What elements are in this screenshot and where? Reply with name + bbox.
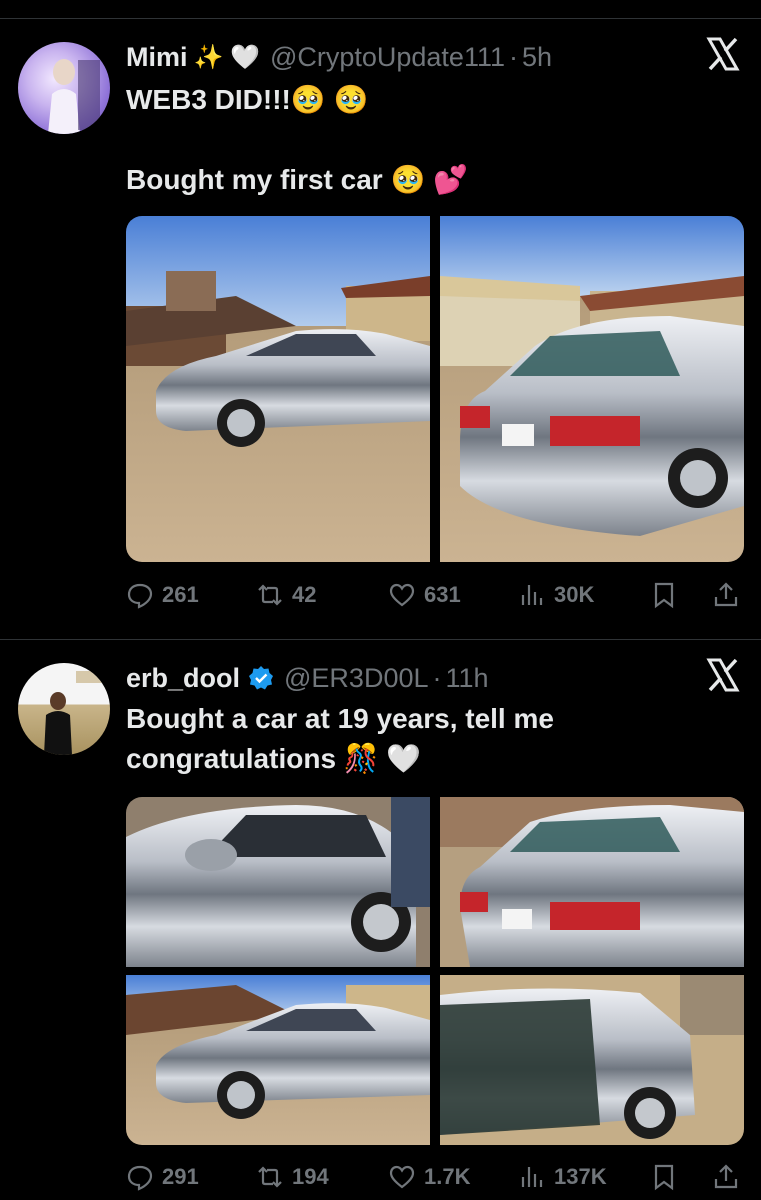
timestamp[interactable]: 5h (522, 42, 552, 73)
media-grid[interactable] (126, 216, 744, 562)
tweet-header: erb_dool @ER3D00L · 11h (126, 661, 489, 695)
car-photo[interactable] (126, 216, 430, 562)
car-photo[interactable] (126, 797, 430, 967)
car-photo[interactable] (440, 975, 744, 1145)
repost-button[interactable]: 194 (256, 1157, 329, 1197)
avatar[interactable] (18, 663, 110, 755)
user-handle[interactable]: @ER3D00L (284, 663, 428, 694)
views-icon (521, 585, 543, 605)
x-logo-icon (706, 658, 740, 692)
tweet-card[interactable]: Mimi ✨ 🤍 @CryptoUpdate111 · 5h WEB3 DID!… (0, 20, 761, 638)
display-name[interactable]: erb_dool (126, 663, 240, 694)
like-count: 631 (424, 582, 461, 607)
tweet-text-line-1: Bought a car at 19 years, tell me (126, 703, 554, 734)
tweet-text-line-2: congratulations 🎊 🤍 (126, 743, 422, 774)
like-icon (389, 1165, 415, 1189)
top-divider (0, 18, 761, 19)
reply-count: 261 (162, 582, 199, 607)
reply-button[interactable]: 261 (126, 575, 199, 615)
verified-badge-icon (249, 666, 274, 690)
views-button[interactable]: 137K (518, 1157, 607, 1197)
reply-icon (127, 1165, 153, 1191)
car-photo[interactable] (440, 216, 744, 562)
reply-button[interactable]: 291 (126, 1157, 199, 1197)
like-icon (389, 583, 415, 607)
timestamp[interactable]: 11h (446, 663, 489, 694)
display-name[interactable]: Mimi (126, 42, 188, 73)
separator-dot: · (509, 41, 518, 72)
name-emojis: ✨ 🤍 (193, 43, 260, 71)
separator-dot: · (432, 662, 442, 693)
tweet-header: Mimi ✨ 🤍 @CryptoUpdate111 · 5h (126, 40, 552, 74)
like-count: 1.7K (424, 1164, 471, 1189)
reply-icon (127, 583, 153, 609)
x-logo-icon (706, 37, 740, 71)
repost-button[interactable]: 42 (256, 575, 316, 615)
share-icon (714, 582, 738, 607)
tweet-divider (0, 639, 761, 640)
repost-count: 194 (292, 1164, 329, 1189)
repost-count: 42 (292, 582, 317, 607)
user-handle[interactable]: @CryptoUpdate111 (270, 42, 505, 73)
share-button[interactable] (712, 575, 748, 615)
tweet-actions: 291 194 1.7K 137K (126, 1157, 744, 1197)
media-grid[interactable] (126, 797, 744, 1145)
view-count: 137K (554, 1164, 607, 1189)
views-icon (521, 1167, 543, 1187)
share-button[interactable] (712, 1157, 748, 1197)
car-photo[interactable] (126, 975, 430, 1145)
repost-icon (258, 1166, 282, 1188)
like-button[interactable]: 631 (388, 575, 461, 615)
views-button[interactable]: 30K (518, 575, 594, 615)
tweet-actions: 261 42 631 30K (126, 575, 744, 615)
view-count: 30K (554, 582, 595, 607)
repost-icon (258, 584, 282, 606)
bookmark-button[interactable] (650, 1157, 686, 1197)
tweet-card[interactable]: erb_dool @ER3D00L · 11h Bought a car at … (0, 641, 761, 1200)
reply-count: 291 (162, 1164, 199, 1189)
tweet-text-line-2: Bought my first car 🥹 💕 (126, 164, 468, 195)
tweet-text-line-1: WEB3 DID!!!🥹 🥹 (126, 84, 369, 115)
avatar[interactable] (18, 42, 110, 134)
bookmark-button[interactable] (650, 575, 686, 615)
bookmark-icon (654, 1164, 674, 1191)
share-icon (714, 1164, 738, 1189)
like-button[interactable]: 1.7K (388, 1157, 470, 1197)
bookmark-icon (654, 582, 674, 609)
car-photo[interactable] (440, 797, 744, 967)
